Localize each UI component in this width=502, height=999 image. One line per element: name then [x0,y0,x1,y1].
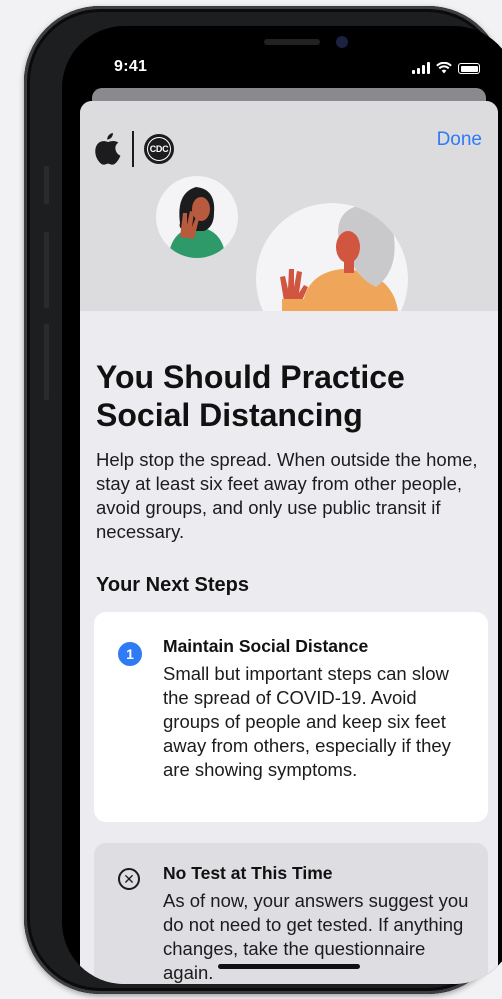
notch [180,26,400,60]
phone-frame: 9:41 CDC Done You Should Practice Social… [24,6,502,994]
volume-up-button [44,232,49,308]
guidance-text: Help stop the spread. When outside the h… [96,449,478,542]
step-title: No Test at This Time [163,863,333,883]
modal-sheet: CDC Done You Should Practice Social Dist… [80,101,498,984]
logos: CDC [94,131,174,167]
step-number-badge: 1 [118,642,142,666]
cellular-signal-icon [412,62,430,74]
speaker [264,39,320,45]
volume-down-button [44,324,49,400]
status-icons [412,60,480,74]
next-steps-heading: Your Next Steps [96,574,249,596]
step-card-social-distance: 1 Maintain Social Distance Small but imp… [94,612,488,822]
step-description: As of now, your answers suggest you do n… [163,890,469,983]
cdc-logo-icon: CDC [144,134,174,164]
status-time: 9:41 [114,58,148,75]
x-circle-icon: ✕ [118,868,140,890]
screen: 9:41 CDC Done You Should Practice Social… [62,26,502,984]
front-camera [336,36,348,48]
wifi-icon [436,62,452,74]
hero-banner: CDC Done [80,101,498,311]
mute-switch [44,166,49,204]
battery-icon [458,63,480,74]
page-title: You Should Practice Social Distancing [96,359,405,433]
logo-divider [132,131,134,167]
done-button[interactable]: Done [437,129,482,151]
step-title: Maintain Social Distance [163,636,369,656]
step-description: Small but important steps can slow the s… [163,663,451,780]
step-card-no-test: ✕ No Test at This Time As of now, your a… [94,843,488,984]
apple-logo-icon [95,133,121,165]
home-indicator[interactable] [218,964,360,969]
